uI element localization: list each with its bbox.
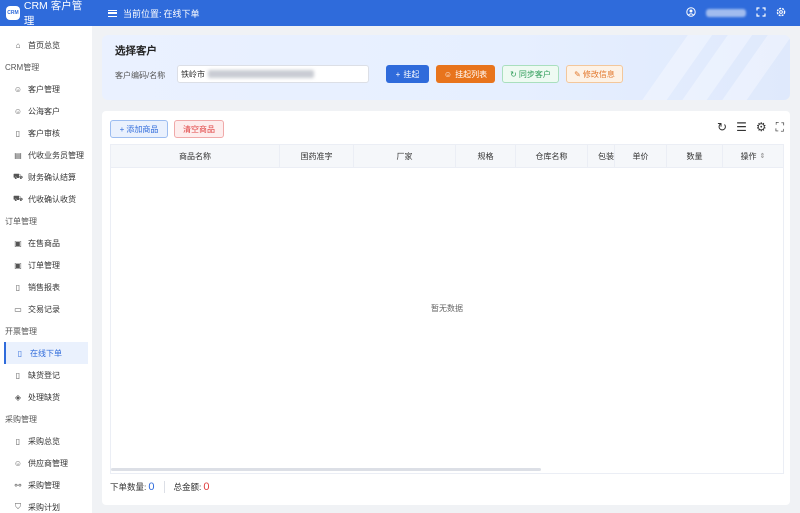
column-header: 包装 [587,145,614,167]
app-title: CRM 客户管理 [23,0,83,27]
truck-icon: ⛟ [13,172,24,181]
total-amount-label: 总金额: [173,482,202,492]
sidebar-group-purchase: 采购管理 [5,414,37,424]
sort-icon[interactable]: ⇕ [760,152,766,160]
sidebar-item-sales-report[interactable]: ▯ 销售报表 [0,276,92,298]
box-icon: ▣ [14,238,22,248]
total-amount-value: 0 [203,481,210,493]
sidebar-group-invoice: 开票管理 [5,326,37,336]
edit-icon: ✎ [574,69,581,79]
panel-title: 选择客户 [115,45,157,57]
customer-input-value: 铁岭市 [181,69,205,79]
sidebar-item-purchase-management[interactable]: ⚯ 采购管理 [0,474,92,496]
sidebar-item-finance-settlement[interactable]: ⛟ 财务确认结算 [0,166,92,188]
menu-toggle-icon[interactable] [108,9,117,17]
column-header: 厂家 [353,145,455,167]
edit-info-button[interactable]: ✎ 修改信息 [566,65,623,83]
sidebar-item-confirm-receipt[interactable]: ⛟ 代收确认收货 [0,188,92,210]
fullscreen-icon[interactable] [756,6,766,20]
add-goods-button[interactable]: + 添加商品 [110,120,168,138]
sidebar-group-orders: 订单管理 [5,216,37,226]
sidebar-item-suppliers[interactable]: ☺ 供应商管理 [0,452,92,474]
sidebar-group-crm: CRM管理 [5,62,40,72]
breadcrumb-label: 当前位置: [123,8,162,19]
order-count-label: 下单数量: [110,482,147,492]
sidebar-item-home[interactable]: ⌂ 首页总览 [0,34,92,56]
plus-icon: + [119,124,125,134]
column-header: 国药准字 [279,145,353,167]
goods-panel: + 添加商品 清空商品 ↻ ☰ ⚙ ⛶ 商品名称 国药准字 厂家 规格 仓库名称 … [102,111,790,505]
user-icon: ☺ [13,106,23,116]
sidebar: ⌂ 首页总览 CRM管理 ☺ 客户管理 ☺ 公海客户 ▯ 客户审核 ▤ 代收业务员管理 ⛟… [0,26,92,513]
fullscreen-icon[interactable]: ⛶ [776,120,784,135]
sidebar-item-order-management[interactable]: ▣ 订单管理 [0,254,92,276]
divider [163,481,165,493]
column-header: 单价 [614,145,666,167]
redacted-text [208,70,314,78]
org-chart-icon: ⚯ [14,480,22,490]
truck-icon: ⛟ [13,194,24,203]
app-logo[interactable]: CRM CRM 客户管理 [0,0,92,27]
top-right-tools [686,0,786,26]
column-header: 仓库名称 [515,145,587,167]
sidebar-item-public-customers[interactable]: ☺ 公海客户 [0,100,92,122]
filter-settings-icon[interactable]: ☰ [736,120,747,135]
refresh-icon[interactable]: ↻ [717,120,727,135]
table-tools: ↻ ☰ ⚙ ⛶ [717,120,784,135]
cart-icon: ⛉ [15,502,21,511]
refresh-icon: ↻ [510,69,517,79]
user-group-icon: ☺ [13,458,23,468]
user-icon[interactable] [686,6,696,20]
document-icon: ▯ [15,436,21,446]
report-icon: ▯ [15,282,21,292]
user-name[interactable] [706,9,746,17]
horizontal-scrollbar[interactable] [111,468,541,471]
home-icon: ⌂ [15,40,21,50]
order-summary: 下单数量: 0 总金额: 0 [110,481,210,493]
sidebar-item-customer-review[interactable]: ▯ 客户审核 [0,122,92,144]
sidebar-item-agent-management[interactable]: ▤ 代收业务员管理 [0,144,92,166]
customer-input[interactable]: 铁岭市 [177,65,369,83]
settings-icon[interactable] [776,7,786,20]
sidebar-item-shortage-register[interactable]: ▯ 缺货登记 [0,364,92,386]
sidebar-item-handle-shortage[interactable]: ◈ 处理缺货 [0,386,92,408]
sidebar-item-online-order[interactable]: ▯ 在线下单 [4,342,88,364]
clear-goods-button[interactable]: 清空商品 [174,120,224,138]
settings-icon[interactable]: ⚙ [756,120,767,135]
layers-icon: ◈ [14,392,22,402]
sidebar-item-customers[interactable]: ☺ 客户管理 [0,78,92,100]
form-icon: ▤ [14,150,22,160]
sidebar-item-purchase-overview[interactable]: ▯ 采购总览 [0,430,92,452]
sidebar-item-on-sale[interactable]: ▣ 在售商品 [0,232,92,254]
pending-list-button[interactable]: ☺ 挂起列表 [436,65,495,83]
order-count-value: 0 [148,481,155,493]
document-icon: ▯ [15,128,21,138]
empty-state: 暂无数据 [431,303,463,313]
users-icon: ☺ [13,84,23,94]
document-icon: ▯ [15,370,21,380]
customer-field-label: 客户编码/名称 [115,71,166,80]
user-icon: ☺ [443,69,453,79]
sidebar-item-transactions[interactable]: ▭ 交易记录 [0,298,92,320]
column-header: 规格 [455,145,515,167]
folder-icon: ▭ [14,304,22,314]
column-header-actions[interactable]: 操作 ⇕ [722,145,783,167]
select-customer-panel: 选择客户 客户编码/名称 铁岭市 + 挂起 ☺ 挂起列表 ↻ 同步客户 ✎ 修改信息 [102,35,790,100]
table-header: 商品名称 国药准字 厂家 规格 仓库名称 包装 单价 数量 操作 ⇕ [111,145,783,168]
document-icon: ▯ [17,348,23,358]
breadcrumb-current: 在线下单 [163,8,200,19]
breadcrumb: 当前位置: 在线下单 [108,0,200,26]
column-header: 商品名称 [179,151,211,161]
column-header: 数量 [666,145,722,167]
save-icon: ▣ [14,260,22,270]
sidebar-item-purchase-plan[interactable]: ⛉ 采购计划 [0,496,92,513]
plus-icon: + [395,69,401,79]
crm-logo-icon: CRM [6,6,20,20]
top-bar: CRM CRM 客户管理 当前位置: 在线下单 [0,0,800,27]
goods-table: 商品名称 国药准字 厂家 规格 仓库名称 包装 单价 数量 操作 ⇕ 暂无数据 [110,144,784,474]
sync-customer-button[interactable]: ↻ 同步客户 [502,65,559,83]
pending-button[interactable]: + 挂起 [386,65,429,83]
